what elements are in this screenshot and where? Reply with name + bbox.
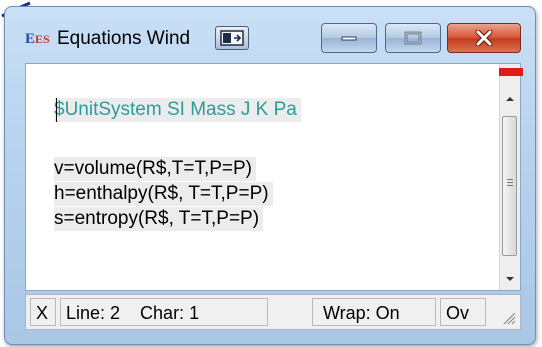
window-title: Equations Wind <box>57 28 191 49</box>
status-overwrite[interactable]: Ov <box>440 298 486 326</box>
title-bar[interactable]: EES Equations Wind <box>5 7 535 63</box>
status-x: X <box>30 298 56 326</box>
maximize-button[interactable] <box>385 23 441 53</box>
scroll-down-icon[interactable] <box>503 272 517 286</box>
equations-editor-area[interactable]: $UnitSystem SI Mass J K Pa v=volume(R$,T… <box>25 63 523 291</box>
status-line: Line: 2 <box>66 303 121 323</box>
grip-icon <box>507 179 513 188</box>
equation-line-enthalpy[interactable]: h=enthalpy(R$, T=T,P=P) <box>54 182 273 206</box>
status-wrap[interactable]: Wrap: On <box>312 298 436 326</box>
vertical-scrollbar[interactable] <box>499 64 523 290</box>
text-caret <box>56 98 57 122</box>
tile-windows-button[interactable] <box>215 26 249 50</box>
close-button[interactable] <box>447 23 521 53</box>
error-marker <box>499 68 523 76</box>
status-char: Char: 1 <box>140 303 200 323</box>
unit-system-line[interactable]: $UnitSystem SI Mass J K Pa <box>54 98 301 122</box>
scroll-up-icon[interactable] <box>503 92 517 106</box>
maximize-icon <box>404 31 422 45</box>
equation-line-entropy[interactable]: s=entropy(R$, T=T,P=P) <box>54 207 264 231</box>
minimize-button[interactable] <box>321 23 377 53</box>
tile-windows-icon <box>220 30 244 46</box>
equations-window[interactable]: EES Equations Wind $UnitSystem SI Mass J… <box>4 6 536 345</box>
status-bar: X Line: 2 Char: 1 Wrap: On Ov <box>25 294 521 330</box>
ees-app-icon: EES <box>25 31 50 47</box>
equation-line-volume[interactable]: v=volume(R$,T=T,P=P) <box>54 157 256 181</box>
status-position: Line: 2 Char: 1 <box>60 298 268 326</box>
equations-text-editor[interactable]: $UnitSystem SI Mass J K Pa v=volume(R$,T… <box>26 64 499 290</box>
resize-grip-icon[interactable] <box>502 311 516 325</box>
minimize-icon <box>341 36 357 41</box>
close-icon <box>475 30 493 46</box>
scrollbar-thumb[interactable] <box>502 116 517 256</box>
